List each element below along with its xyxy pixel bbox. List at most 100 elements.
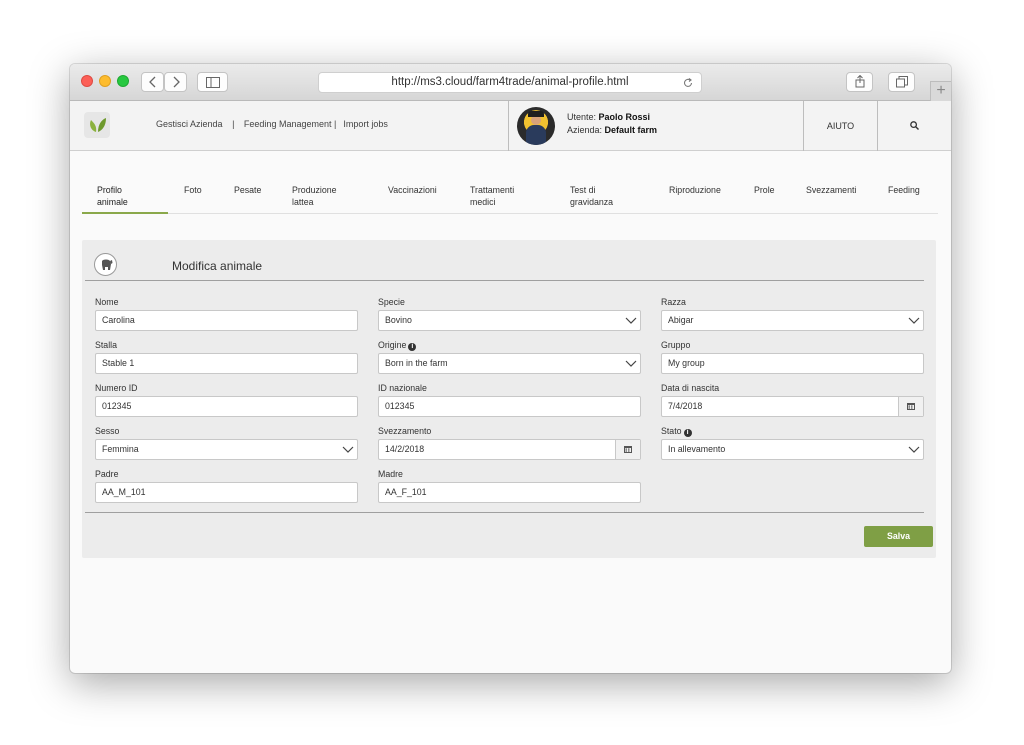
user-label: Utente: [567,112,597,122]
field-label: Stato i [661,425,924,437]
save-button[interactable]: Salva [864,526,933,547]
top-nav: Gestisci Azienda | Feeding Management | … [156,119,390,129]
stato-select[interactable]: In allevamento [661,439,924,460]
farm-label: Azienda: [567,125,603,135]
field-label: Nome [95,297,119,307]
avatar[interactable] [517,107,555,145]
search-icon [910,121,919,131]
field-razza: Razza Abigar [661,296,924,331]
nav-import-jobs[interactable]: Import jobs [343,119,388,129]
nav-separator: | [232,119,235,129]
minimize-window-button[interactable] [99,75,111,87]
razza-select[interactable]: Abigar [661,310,924,331]
tab-prole[interactable]: Prole [754,184,775,196]
field-label: Svezzamento [378,426,432,436]
card-title: Modifica animale [172,259,263,273]
field-label: Padre [95,469,119,479]
field-stalla: Stalla Stable 1 [95,339,358,374]
nav-gestisci-azienda[interactable]: Gestisci Azienda [156,119,223,129]
new-tab-icon[interactable]: + [930,81,951,101]
show-tabs-button[interactable] [888,72,915,92]
zoom-window-button[interactable] [117,75,129,87]
divider [85,280,924,281]
chevron-down-icon [625,317,637,324]
field-numero-id: Numero ID 012345 [95,382,358,417]
active-tab-indicator [82,212,168,214]
tab-feeding[interactable]: Feeding [888,184,920,196]
specie-select[interactable]: Bovino [378,310,641,331]
browser-titlebar: http://ms3.cloud/farm4trade/animal-profi… [70,64,951,101]
tab-foto[interactable]: Foto [184,184,202,196]
forward-icon [173,76,180,88]
tab-profilo-animale[interactable]: Profilo animale [97,184,128,208]
tab-vaccinazioni[interactable]: Vaccinazioni [388,184,437,196]
data-nascita-input[interactable]: 7/4/2018 [661,396,924,417]
gruppo-input[interactable]: My group [661,353,924,374]
field-nome: Nome Carolina [95,296,358,331]
field-label: Data di nascita [661,383,720,393]
field-label: Razza [661,297,686,307]
field-label: ID nazionale [378,383,427,393]
field-specie: Specie Bovino [378,296,641,331]
field-sesso: Sesso Femmina [95,425,358,460]
tab-produzione-lattea[interactable]: Produzione lattea [292,184,337,208]
reload-icon[interactable] [683,73,693,94]
field-data-nascita: Data di nascita 7/4/2018 [661,382,924,417]
padre-input[interactable]: AA_M_101 [95,482,358,503]
madre-input[interactable]: AA_F_101 [378,482,641,503]
field-svezzamento: Svezzamento 14/2/2018 [378,425,641,460]
field-label: Gruppo [661,340,691,350]
info-icon[interactable]: i [683,429,692,437]
field-label: Stalla [95,340,118,350]
field-stato: Stato i In allevamento [661,425,924,460]
leaf-logo-icon[interactable] [84,112,110,138]
field-label: Specie [378,297,405,307]
field-label: Numero ID [95,383,138,393]
url-text: http://ms3.cloud/farm4trade/animal-profi… [391,76,629,88]
field-label: Origine i [378,339,641,351]
nome-input[interactable]: Carolina [95,310,358,331]
tab-svezzamenti[interactable]: Svezzamenti [806,184,856,196]
calendar-button[interactable] [898,397,923,416]
help-button[interactable]: AIUTO [804,101,878,151]
chevron-down-icon [908,317,920,324]
animal-icon [94,253,117,276]
field-label: Sesso [95,426,120,436]
chevron-down-icon [342,446,354,453]
app-header: Gestisci Azienda | Feeding Management | … [70,101,951,151]
chevron-down-icon [908,446,920,453]
stalla-input[interactable]: Stable 1 [95,353,358,374]
browser-window: http://ms3.cloud/farm4trade/animal-profi… [70,64,951,673]
field-madre: Madre AA_F_101 [378,468,641,503]
info-icon[interactable]: i [408,343,417,351]
svezzamento-input[interactable]: 14/2/2018 [378,439,641,460]
field-padre: Padre AA_M_101 [95,468,358,503]
calendar-icon [624,446,632,453]
divider [85,512,924,513]
field-gruppo: Gruppo My group [661,339,924,374]
back-button[interactable] [141,72,164,92]
id-nazionale-input[interactable]: 012345 [378,396,641,417]
calendar-button[interactable] [615,440,640,459]
animal-tabs: Profilo animale Foto Pesate Produzione lat… [82,182,938,214]
tab-pesate[interactable]: Pesate [234,184,261,196]
sidebar-button[interactable] [197,72,228,92]
close-window-button[interactable] [81,75,93,87]
user-details: Utente: Paolo Rossi Azienda: Default far… [567,111,657,137]
numero-id-input[interactable]: 012345 [95,396,358,417]
address-bar[interactable]: http://ms3.cloud/farm4trade/animal-profi… [318,72,702,93]
user-name: Paolo Rossi [598,112,651,122]
origine-select[interactable]: Born in the farm [378,353,641,374]
share-icon [855,74,864,88]
field-label: Madre [378,469,403,479]
tab-test-gravidanza[interactable]: Test di gravidanza [570,184,613,208]
search-button[interactable] [878,101,951,151]
farm-name: Default farm [604,125,658,135]
nav-feeding-management[interactable]: Feeding Management | [244,119,336,129]
tab-trattamenti-medici[interactable]: Trattamenti medici [470,184,514,208]
user-info: Utente: Paolo Rossi Azienda: Default far… [508,101,804,151]
sesso-select[interactable]: Femmina [95,439,358,460]
share-button[interactable] [846,72,873,92]
forward-button[interactable] [164,72,187,92]
tab-riproduzione[interactable]: Riproduzione [669,184,721,196]
